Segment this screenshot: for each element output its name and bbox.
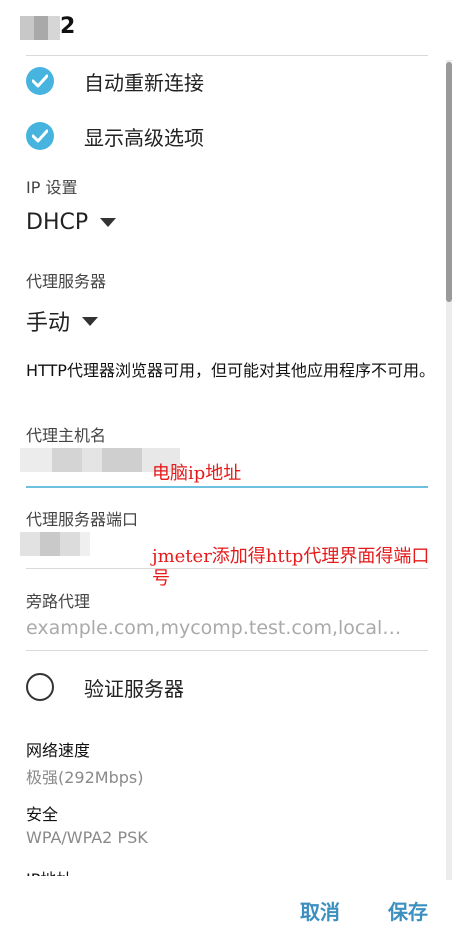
proxy-host-underline	[26, 486, 428, 488]
proxy-port-input[interactable]	[20, 532, 90, 556]
security-value: WPA/WPA2 PSK	[26, 828, 148, 847]
network-name-blurred	[20, 16, 60, 40]
ip-address-title-partial: IP地址	[26, 866, 146, 876]
network-speed-value: 极强(292Mbps)	[26, 768, 144, 787]
security-title: 安全	[26, 805, 59, 824]
proxy-host-label: 代理主机名	[26, 426, 107, 445]
proxy-dropdown[interactable]: 手动	[26, 305, 99, 337]
dropdown-arrow-icon	[82, 316, 99, 326]
check-icon[interactable]	[26, 67, 54, 95]
proxy-port-label: 代理服务器端口	[26, 510, 139, 529]
show-advanced-option[interactable]: 显示高级选项	[26, 121, 204, 151]
network-speed-title: 网络速度	[26, 741, 91, 760]
network-name-suffix: 2	[60, 14, 76, 39]
ip-settings-dropdown[interactable]: DHCP	[26, 210, 117, 235]
auto-reconnect-option[interactable]: 自动重新连接	[26, 66, 204, 96]
check-icon[interactable]	[26, 122, 54, 150]
unchecked-circle-icon[interactable]	[26, 673, 54, 701]
bypass-proxy-underline	[26, 650, 428, 651]
verify-server-option[interactable]: 验证服务器	[26, 672, 184, 702]
auto-reconnect-label: 自动重新连接	[84, 70, 204, 95]
show-advanced-label: 显示高级选项	[84, 125, 204, 150]
bypass-proxy-input[interactable]: example.com,mycomp.test.com,local…	[26, 617, 426, 639]
proxy-value: 手动	[26, 311, 71, 336]
header-divider	[26, 55, 428, 56]
host-annotation: 电脑ip地址	[152, 463, 242, 484]
dropdown-arrow-icon	[100, 218, 117, 227]
bypass-proxy-label: 旁路代理	[26, 592, 91, 611]
proxy-label: 代理服务器	[26, 272, 107, 291]
verify-server-label: 验证服务器	[84, 676, 184, 701]
ip-settings-label: IP 设置	[26, 178, 78, 197]
ip-settings-value: DHCP	[26, 210, 89, 235]
cancel-button[interactable]: 取消	[300, 896, 340, 925]
proxy-port-underline	[26, 568, 428, 569]
proxy-note: HTTP代理器浏览器可用，但可能对其他应用程序不可用。	[26, 361, 435, 380]
save-button[interactable]: 保存	[388, 896, 428, 925]
scrollbar-thumb[interactable]	[446, 62, 452, 302]
